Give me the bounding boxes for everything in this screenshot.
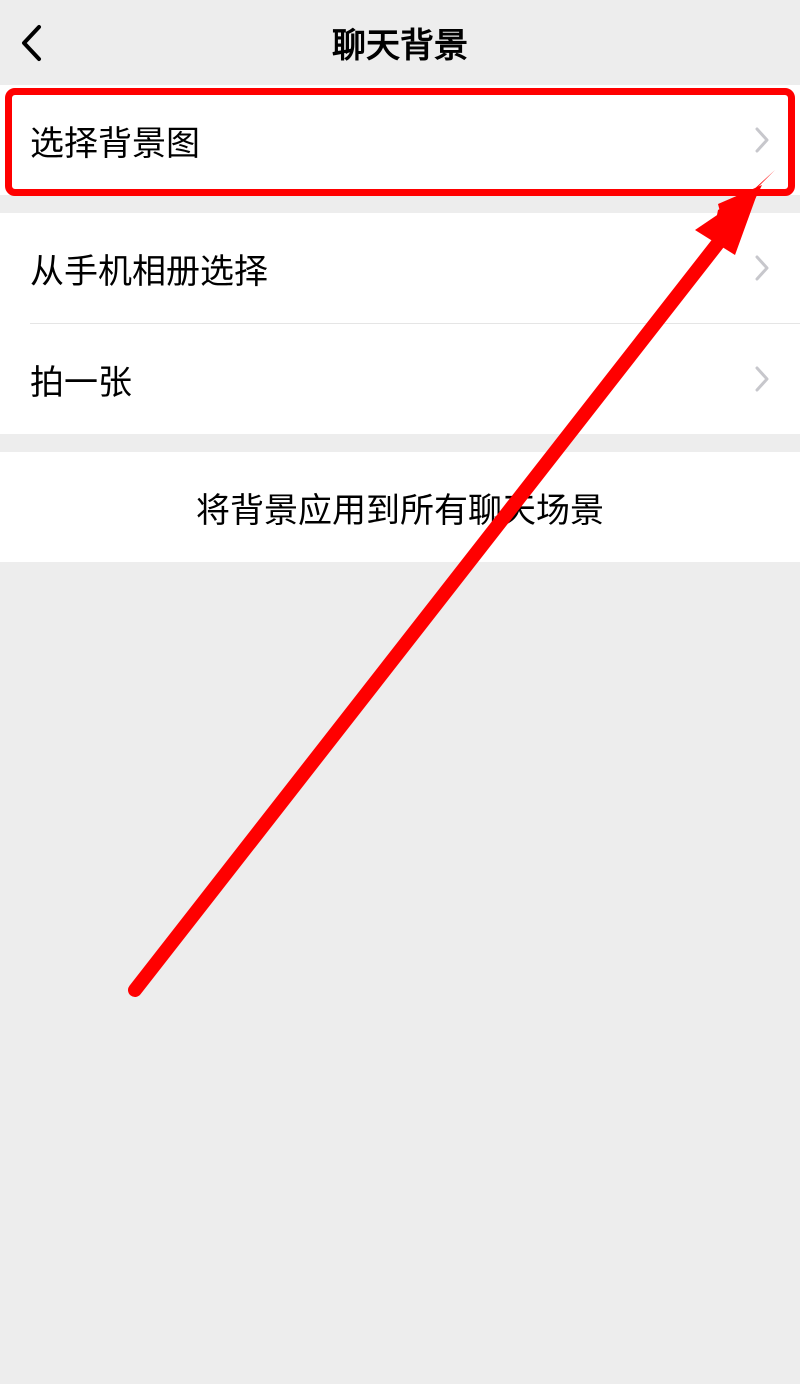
group-select-bg: 选择背景图 (0, 85, 800, 195)
cell-label: 从手机相册选择 (30, 244, 268, 293)
page-title: 聊天背景 (0, 18, 800, 67)
cell-label: 选择背景图 (30, 116, 200, 165)
back-button[interactable] (20, 24, 42, 62)
chevron-right-icon (754, 365, 770, 393)
cell-take-photo[interactable]: 拍一张 (0, 324, 800, 434)
group-photo-options: 从手机相册选择 拍一张 (0, 213, 800, 434)
cell-label: 将背景应用到所有聊天场景 (30, 483, 770, 532)
chevron-right-icon (754, 126, 770, 154)
annotation-arrow (0, 0, 800, 1384)
cell-label: 拍一张 (30, 355, 132, 404)
group-apply-all: 将背景应用到所有聊天场景 (0, 452, 800, 562)
header: 聊天背景 (0, 0, 800, 85)
chevron-left-icon (20, 24, 42, 62)
cell-from-album[interactable]: 从手机相册选择 (0, 213, 800, 323)
chevron-right-icon (754, 254, 770, 282)
cell-apply-all-chats[interactable]: 将背景应用到所有聊天场景 (0, 452, 800, 562)
cell-select-background[interactable]: 选择背景图 (0, 85, 800, 195)
